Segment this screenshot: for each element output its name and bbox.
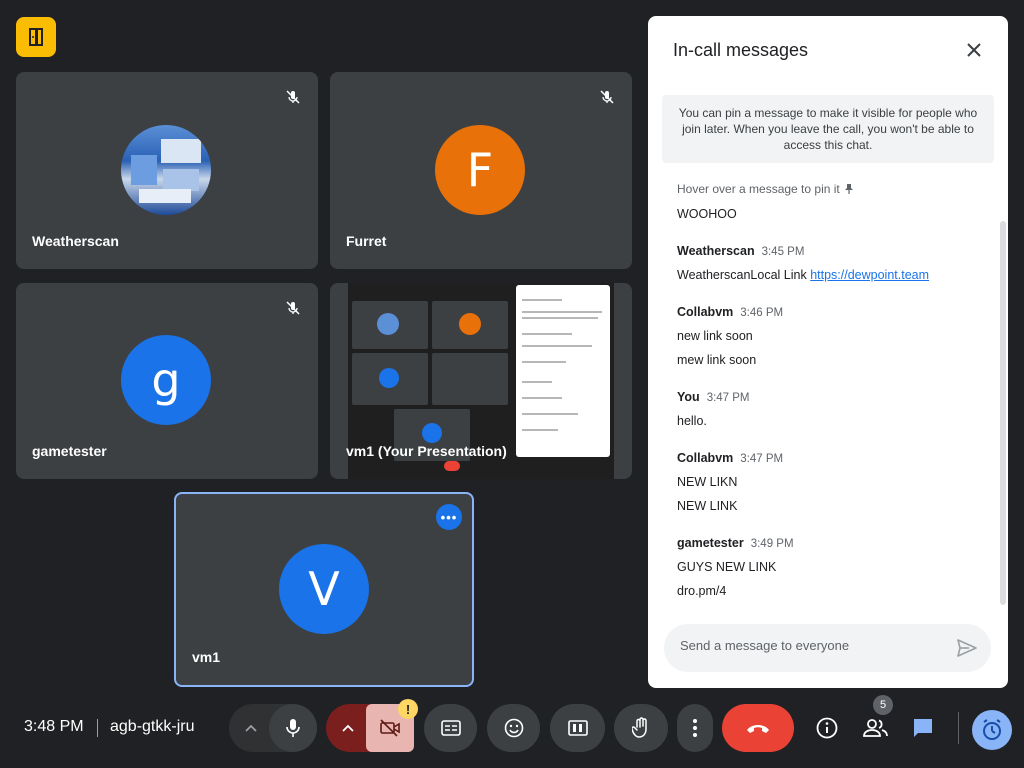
message-input[interactable] <box>680 638 940 653</box>
present-icon <box>567 720 588 736</box>
message-time: 3:46 PM <box>740 307 784 319</box>
chat-button[interactable] <box>907 712 939 744</box>
participant-tile-gametester[interactable]: g gametester <box>16 283 318 479</box>
scrollbar[interactable] <box>1000 221 1006 605</box>
mic-button[interactable] <box>269 704 317 752</box>
message-group: Collabvm 3:47 PM NEW LIKN NEW LINK <box>677 451 987 514</box>
message-sender: Collabvm <box>677 451 734 465</box>
avatar-vm1: V <box>279 544 369 634</box>
activities-button[interactable] <box>972 710 1012 750</box>
participant-name: vm1 (Your Presentation) <box>346 443 507 459</box>
message-group: Collabvm 3:46 PM new link soon mew link s… <box>677 305 987 368</box>
close-icon <box>967 43 981 57</box>
participant-count-badge: 5 <box>873 695 893 715</box>
app-logo[interactable] <box>16 17 56 57</box>
message-text: new link soon <box>677 329 753 343</box>
in-call-messages-panel: In-call messages You can pin a message t… <box>648 16 1008 688</box>
raise-hand-button[interactable] <box>614 704 668 752</box>
mic-icon <box>286 719 300 737</box>
chevron-up-icon <box>342 724 354 732</box>
pin-info-banner: You can pin a message to make it visible… <box>662 95 994 163</box>
message-sender: Weatherscan <box>677 244 755 258</box>
message-text: WOOHOO <box>677 207 737 221</box>
send-icon <box>957 639 977 657</box>
message-text: NEW LIKN <box>677 475 738 489</box>
mic-off-icon <box>282 297 304 319</box>
message-text: WeatherscanLocal Link https://dewpoint.t… <box>677 267 987 283</box>
message-text-part: WeatherscanLocal Link <box>677 268 807 282</box>
message-group: Weatherscan 3:45 PM WeatherscanLocal Link… <box>677 244 987 283</box>
camera-warning-badge[interactable]: ! <box>398 699 418 719</box>
avatar-gametester: g <box>121 335 211 425</box>
present-now-button[interactable] <box>550 704 605 752</box>
participant-tile-vm1-self[interactable]: ••• V vm1 <box>174 492 474 687</box>
panel-title: In-call messages <box>673 40 809 60</box>
pin-icon <box>844 184 853 194</box>
activities-icon <box>983 719 1001 740</box>
message-sender: Collabvm <box>677 305 734 319</box>
participant-name: Weatherscan <box>32 233 119 249</box>
avatar-weatherscan <box>121 125 211 215</box>
camera-off-icon <box>380 719 400 737</box>
send-button[interactable] <box>955 636 979 660</box>
divider <box>97 719 98 737</box>
mic-control-group <box>229 704 317 752</box>
close-panel-button[interactable] <box>962 38 986 62</box>
presentation-tile[interactable]: vm1 (Your Presentation) <box>330 283 632 479</box>
message-group: You 3:47 PM hello. <box>677 390 987 429</box>
messages-list: Hover over a message to pin it WOOHOO We… <box>677 182 987 599</box>
message-group: gametester 3:49 PM GUYS NEW LINK dro.pm/4 <box>677 536 987 599</box>
participant-name: vm1 <box>192 649 221 665</box>
pin-hint: Hover over a message to pin it <box>677 182 987 196</box>
participant-tile-furret[interactable]: F Furret <box>330 72 632 269</box>
participant-tile-weatherscan[interactable]: Weatherscan <box>16 72 318 269</box>
participant-name: Furret <box>346 233 387 249</box>
mic-off-icon <box>596 86 618 108</box>
hand-icon <box>632 717 647 738</box>
message-sender: gametester <box>677 536 744 550</box>
info-icon <box>816 717 838 739</box>
divider <box>958 712 959 744</box>
message-text: hello. <box>677 414 707 428</box>
message-time: 3:47 PM <box>706 392 750 404</box>
more-vert-icon <box>693 719 697 737</box>
message-time: 3:47 PM <box>740 453 784 465</box>
more-options-button[interactable] <box>677 704 713 752</box>
door-icon <box>29 28 43 46</box>
audio-settings-button[interactable] <box>229 704 273 752</box>
message-sender: You <box>677 390 700 404</box>
message-time: 3:45 PM <box>761 246 805 258</box>
chevron-up-icon <box>245 724 257 732</box>
message-text: GUYS NEW LINK <box>677 560 777 574</box>
captions-button[interactable] <box>424 704 477 752</box>
meeting-details-button[interactable] <box>811 712 843 744</box>
emoji-icon <box>504 718 523 738</box>
leave-call-button[interactable] <box>722 704 794 752</box>
avatar-furret: F <box>435 125 525 215</box>
participant-name: gametester <box>32 443 107 459</box>
message-input-wrapper <box>664 624 991 672</box>
more-options-button[interactable]: ••• <box>436 504 462 530</box>
call-end-icon <box>747 725 769 733</box>
send-reaction-button[interactable] <box>487 704 540 752</box>
mic-off-icon <box>282 86 304 108</box>
captions-icon <box>440 720 461 736</box>
message-time: 3:49 PM <box>750 538 794 550</box>
show-everyone-button[interactable] <box>860 712 892 744</box>
pin-hint-text: Hover over a message to pin it <box>677 182 840 196</box>
message-link[interactable]: https://dewpoint.team <box>810 268 929 282</box>
current-time: 3:48 PM <box>24 718 84 735</box>
message-text: dro.pm/4 <box>677 584 727 598</box>
people-icon <box>863 719 888 737</box>
video-settings-button[interactable] <box>326 704 370 752</box>
meeting-code: agb-gtkk-jru <box>110 718 195 735</box>
chat-icon <box>914 719 932 737</box>
message-text: NEW LINK <box>677 499 738 513</box>
message-text: mew link soon <box>677 353 757 367</box>
